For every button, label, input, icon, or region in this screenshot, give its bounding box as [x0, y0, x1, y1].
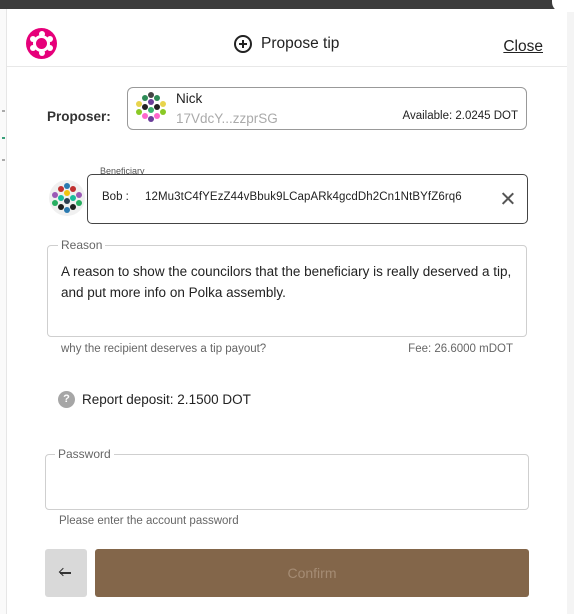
question-mark-icon: ?	[58, 391, 75, 408]
fee-text: Fee: 26.6000 mDOT	[408, 343, 513, 355]
proposer-address: 17VdcY...zzprSG	[176, 111, 278, 126]
beneficiary-identicon-icon	[49, 180, 85, 216]
dialog-header: Propose tip Close	[7, 9, 567, 67]
report-deposit-text: Report deposit: 2.1500 DOT	[82, 392, 251, 407]
propose-tip-dialog: Propose tip Close Proposer: Nick 17VdcY.…	[7, 9, 567, 614]
reason-textarea[interactable]: A reason to show the councilors that the…	[61, 261, 521, 303]
proposer-account-select[interactable]: Nick 17VdcY...zzprSG Available: 2.0245 D…	[127, 87, 527, 130]
confirm-button[interactable]: Confirm	[95, 549, 529, 597]
proposer-label: Proposer:	[47, 109, 111, 124]
close-link[interactable]: Close	[503, 38, 543, 56]
reason-hint: why the recipient deserves a tip payout?	[61, 343, 267, 355]
background-page-edge	[0, 9, 7, 614]
back-button[interactable]	[45, 549, 87, 597]
polkadot-logo-icon	[26, 28, 57, 59]
beneficiary-address: 12Mu3tC4fYEzZ44vBbuk9LCapARk4gcdDh2Cn1Nt…	[145, 191, 462, 203]
dialog-title: Propose tip	[261, 35, 340, 52]
proposer-name: Nick	[176, 91, 203, 106]
password-input[interactable]	[55, 471, 519, 499]
plus-circle-icon	[234, 35, 252, 53]
proposer-identicon-icon	[136, 92, 166, 122]
password-hint: Please enter the account password	[59, 515, 239, 527]
dialog-title-group: Propose tip	[234, 33, 339, 55]
reason-label: Reason	[58, 238, 106, 252]
password-label: Password	[55, 447, 114, 461]
clear-beneficiary-close-icon[interactable]	[496, 187, 520, 211]
beneficiary-name: Bob :	[102, 191, 129, 203]
browser-top-strip	[0, 0, 574, 9]
arrow-left-icon	[60, 572, 71, 574]
proposer-available-balance: Available: 2.0245 DOT	[402, 110, 519, 122]
beneficiary-input[interactable]: Bob : 12Mu3tC4fYEzZ44vBbuk9LCapARk4gcdDh…	[87, 174, 528, 224]
